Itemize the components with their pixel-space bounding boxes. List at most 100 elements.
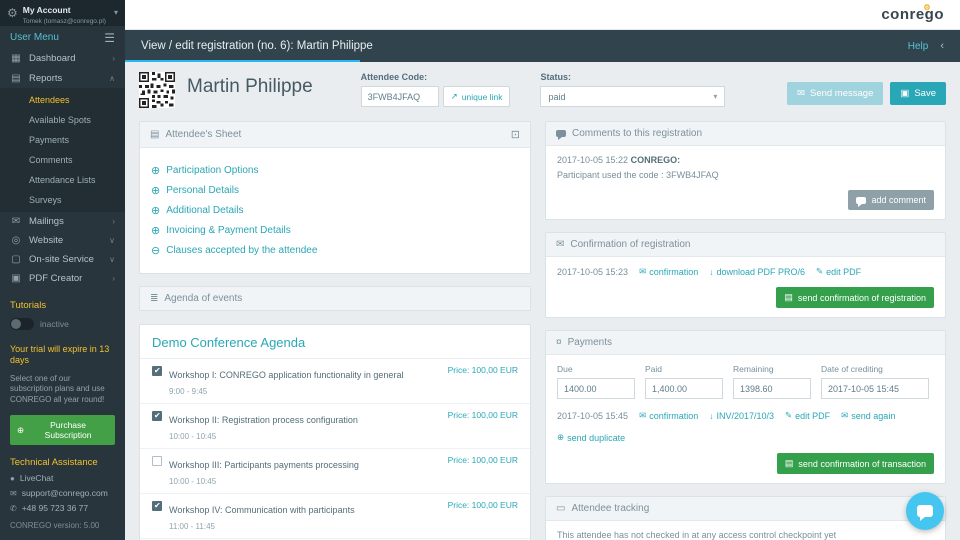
link-label: Clauses accepted by the attendee — [166, 245, 318, 256]
link-label: Participation Options — [166, 165, 259, 176]
tutorials-toggle[interactable] — [10, 318, 34, 331]
link-participation-options[interactable]: ⊕ Participation Options — [151, 164, 519, 177]
save-icon: ▣ — [900, 88, 910, 99]
transaction-time: 2017-10-05 15:45 — [557, 410, 629, 421]
send-confirmation-registration-button[interactable]: ▤ send confirmation of registration — [776, 287, 934, 308]
sidebar-item-attendance-lists[interactable]: Attendance Lists — [0, 170, 125, 190]
agenda-item-title: Workshop I: CONREGO application function… — [169, 370, 404, 380]
trial-text: Select one of our subscription plans and… — [10, 373, 105, 405]
sidebar-item-comments[interactable]: Comments — [0, 150, 125, 170]
status-group: Status: paid ▾ — [540, 72, 726, 107]
link-additional-details[interactable]: ⊕ Additional Details — [151, 204, 519, 217]
agenda-item-time: 10:00 - 10:45 — [169, 477, 217, 486]
app-window: ⚙ My Account Tomek (tomasz@conrego.pl) ▾… — [0, 0, 960, 540]
expand-icon[interactable]: ⊡ — [511, 128, 520, 141]
livechat-link[interactable]: ● LiveChat — [10, 473, 115, 483]
help-link[interactable]: Help — [908, 41, 929, 52]
main-area: conrego ⚙ View / edit registration (no. … — [125, 0, 960, 540]
download-pdf-link[interactable]: ↓ download PDF PRO/6 — [709, 267, 805, 277]
chevron-left-icon[interactable]: ‹ — [940, 40, 944, 52]
unique-link-button[interactable]: ↗ unique link — [442, 86, 511, 107]
button-label: send confirmation of registration — [797, 292, 926, 303]
payments-card: ¤ Payments Due Paid — [545, 330, 946, 484]
sidebar-item-dashboard[interactable]: ▦ Dashboard › — [0, 49, 125, 68]
edit-pdf-link[interactable]: ✎ edit PDF — [785, 410, 830, 421]
account-menu[interactable]: ⚙ My Account Tomek (tomasz@conrego.pl) ▾ — [0, 0, 125, 26]
sidebar-item-onsite-service[interactable]: ▢ On-site Service ∨ — [0, 250, 125, 269]
purchase-subscription-button[interactable]: ⊕ Purchase Subscription — [10, 415, 115, 446]
sidebar-item-available-spots[interactable]: Available Spots — [0, 110, 125, 130]
dot-icon: ● — [10, 473, 15, 483]
status-label: Status: — [540, 72, 571, 82]
due-input[interactable] — [557, 378, 635, 399]
confirmation-link[interactable]: ✉ confirmation — [639, 266, 698, 277]
hamburger-icon[interactable]: ☰ — [104, 31, 115, 45]
page-icon: ▤ — [784, 458, 794, 468]
button-label: send confirmation of transaction — [798, 458, 926, 469]
active-tab-indicator — [125, 60, 360, 62]
support-email-link[interactable]: ✉ support@conrego.com — [10, 488, 115, 498]
tutorials-label: Tutorials — [10, 300, 47, 312]
agenda-checkbox[interactable] — [152, 501, 162, 511]
send-message-button[interactable]: ✉ Send message — [787, 82, 884, 105]
crediting-date-input[interactable] — [821, 378, 929, 399]
sidebar-item-surveys[interactable]: Surveys — [0, 190, 125, 210]
link-label: send again — [851, 410, 896, 421]
agenda-checkbox[interactable] — [152, 366, 162, 376]
agenda-checkbox[interactable] — [152, 456, 162, 466]
send-duplicate-link[interactable]: ⊕ send duplicate — [557, 432, 625, 443]
remaining-input[interactable] — [733, 378, 811, 399]
content-area: Martin Philippe Attendee Code: ↗ unique … — [125, 62, 960, 540]
sidebar-item-payments[interactable]: Payments — [0, 130, 125, 150]
onsite-service-icon: ▢ — [11, 253, 21, 265]
agenda-checkbox[interactable] — [152, 411, 162, 421]
version-label: CONREGO version: 5.00 — [10, 521, 100, 531]
link-label: download PDF PRO/6 — [716, 266, 806, 277]
envelope-icon: ✉ — [639, 410, 647, 420]
gear-icon: ⚙ — [7, 5, 18, 20]
link-invoicing-payment-details[interactable]: ⊕ Invoicing & Payment Details — [151, 224, 519, 237]
chevron-down-icon: ∨ — [109, 254, 115, 264]
agenda-item-time: 10:00 - 10:45 — [169, 432, 217, 441]
user-menu-label: User Menu — [10, 32, 59, 44]
link-label: send duplicate — [567, 432, 626, 443]
tutorials-state: inactive — [40, 319, 69, 330]
paid-input[interactable] — [645, 378, 723, 399]
link-clauses-accepted[interactable]: ⊖ Clauses accepted by the attendee — [151, 244, 519, 257]
list-icon: ≣ — [150, 293, 159, 304]
support-phone[interactable]: ✆ +48 95 723 36 77 — [10, 503, 115, 513]
livechat-label: LiveChat — [19, 473, 54, 484]
invoice-link[interactable]: ↓ INV/2017/10/3 — [709, 411, 774, 421]
chevron-up-icon: ∧ — [109, 73, 115, 83]
sidebar-item-attendees[interactable]: Attendees — [0, 90, 125, 110]
chat-button[interactable] — [906, 492, 944, 530]
plus-circle-icon: ⊕ — [17, 424, 25, 435]
send-again-link[interactable]: ✉ send again — [841, 410, 895, 421]
sidebar-item-mailings[interactable]: ✉ Mailings › — [0, 212, 125, 231]
plus-circle-icon: ⊕ — [151, 165, 161, 177]
send-confirmation-transaction-button[interactable]: ▤ send confirmation of transaction — [776, 453, 934, 474]
chevron-down-icon: ∨ — [109, 235, 115, 245]
link-personal-details[interactable]: ⊕ Personal Details — [151, 184, 519, 197]
agenda-item-title: Workshop II: Registration process config… — [169, 415, 358, 425]
sidebar-item-pdf-creator[interactable]: ▣ PDF Creator › — [0, 269, 125, 288]
account-title: My Account — [22, 5, 71, 15]
sidebar-item-reports[interactable]: ▤ Reports ∧ — [0, 69, 125, 88]
payment-confirmation-link[interactable]: ✉ confirmation — [639, 410, 698, 421]
agenda-card-title: Agenda of events — [164, 293, 243, 304]
edit-pdf-link[interactable]: ✎ edit PDF — [816, 266, 861, 277]
link-label: Additional Details — [166, 205, 244, 216]
chevron-right-icon: › — [112, 54, 115, 64]
pencil-icon: ✎ — [785, 410, 793, 420]
phone-icon: ✆ — [10, 503, 17, 513]
add-comment-button[interactable]: add comment — [848, 190, 934, 210]
field-label: Due — [557, 364, 573, 374]
save-button[interactable]: ▣ Save — [890, 82, 946, 105]
sidebar-item-label: Mailings — [29, 215, 64, 227]
account-text: My Account Tomek (tomasz@conrego.pl) — [23, 0, 109, 26]
sidebar-item-website[interactable]: ◎ Website ∨ — [0, 231, 125, 250]
trial-warning: Your trial will expire in 13 days — [10, 344, 110, 366]
confirmation-title: Confirmation of registration — [570, 239, 691, 250]
attendee-code-input[interactable] — [360, 86, 439, 107]
status-select[interactable]: paid ▾ — [540, 86, 726, 107]
